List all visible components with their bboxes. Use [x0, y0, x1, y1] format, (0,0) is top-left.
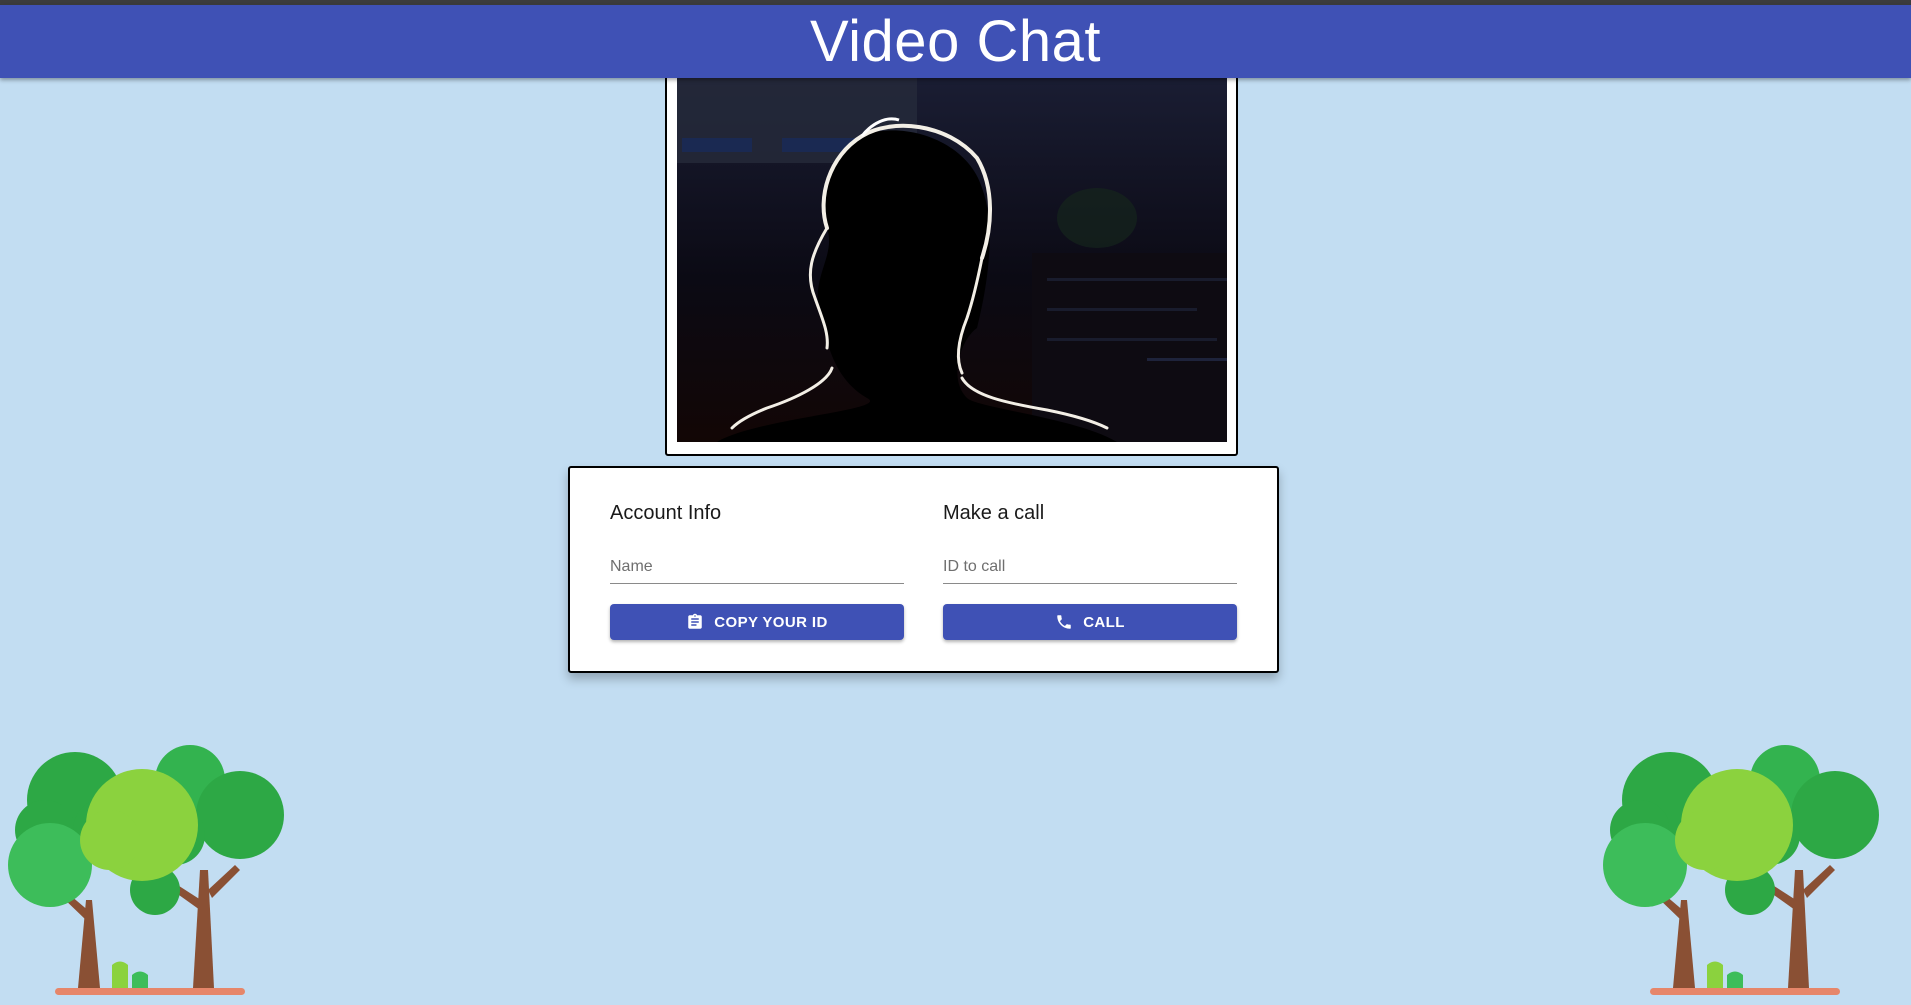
call-label: CALL [1083, 613, 1125, 631]
name-input[interactable] [610, 553, 904, 581]
video-feed-image [677, 78, 1227, 442]
phone-icon [1055, 613, 1073, 631]
clipboard-icon [686, 613, 704, 631]
account-info-heading: Account Info [610, 502, 722, 524]
video-container [665, 60, 1238, 456]
make-call-heading: Make a call [943, 502, 1045, 524]
my-video[interactable] [677, 78, 1227, 442]
name-field [610, 553, 904, 584]
app-title: Video Chat [810, 9, 1101, 74]
id-to-call-input[interactable] [943, 553, 1237, 581]
account-info-section: Account Info COPY YOUR ID [610, 498, 904, 640]
call-button[interactable]: CALL [943, 604, 1237, 640]
make-call-section: Make a call CALL [943, 498, 1237, 640]
app-bar: Video Chat [0, 5, 1911, 78]
copy-id-button[interactable]: COPY YOUR ID [610, 604, 904, 640]
copy-id-label: COPY YOUR ID [714, 613, 828, 631]
tree-illustration-right [1595, 720, 1895, 1005]
id-to-call-field [943, 553, 1237, 584]
tree-illustration-left [0, 720, 300, 1005]
options-panel: Account Info COPY YOUR ID Make a call CA… [568, 466, 1279, 673]
